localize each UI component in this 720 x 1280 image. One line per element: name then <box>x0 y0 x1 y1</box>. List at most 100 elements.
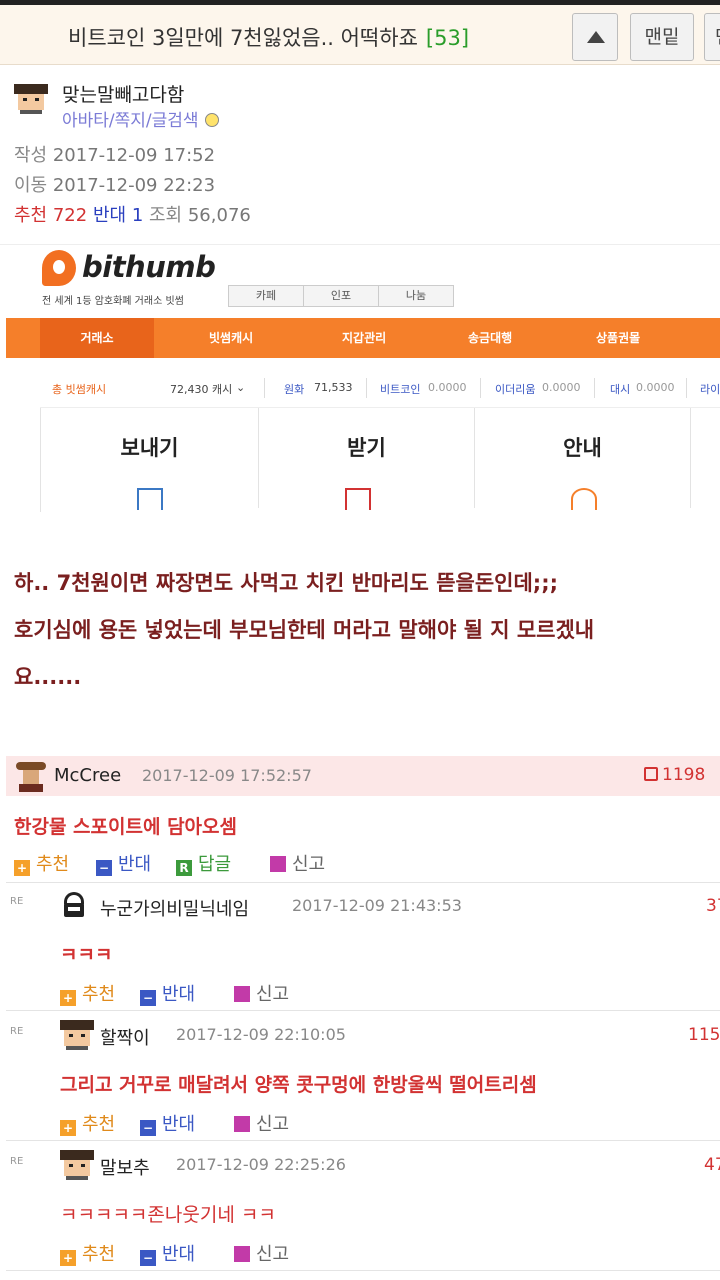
up-arrow-icon <box>587 31 605 43</box>
nav-remit: 송금대행 <box>468 331 513 345</box>
reply-score: 37 <box>706 896 720 916</box>
recommend-button[interactable]: + 추천 <box>60 1240 115 1266</box>
opp-count: 1 <box>131 205 144 226</box>
reply-avatar[interactable] <box>60 1020 94 1050</box>
recommend-label: 추천 <box>36 854 70 875</box>
report-button[interactable]: 신고 <box>234 1110 289 1136</box>
comment-actions: + 추천 − 반대 R 답글 신고 <box>14 850 414 876</box>
reply-author[interactable]: 할짝이 <box>100 1024 150 1050</box>
report-label: 신고 <box>292 854 326 875</box>
level-badge-icon <box>204 113 219 127</box>
reply-actions: + 추천 − 반대 신고 <box>60 1240 360 1266</box>
author-links[interactable]: 아바타/쪽지/글검색 <box>62 106 219 131</box>
author-name[interactable]: 맞는말빼고다함 <box>62 80 184 107</box>
report-button[interactable]: 신고 <box>234 1240 289 1266</box>
post-body: 하.. 7천원이면 짜장면도 사먹고 치킨 반마리도 뜯을돈인데;;; 호기심에… <box>14 560 714 701</box>
written-date: 작성 2017-12-09 17:52 <box>14 141 215 167</box>
bithumb-nav-bar: 거래소 빗썸캐시 지갑관리 송금대행 상품권몰 <box>6 318 720 358</box>
comment-author[interactable]: McCree <box>54 765 121 786</box>
separator <box>366 378 367 398</box>
plus-icon: + <box>60 1120 76 1136</box>
bithumb-logo-text: bithumb <box>82 250 216 284</box>
written-label: 작성 <box>14 145 48 166</box>
report-icon <box>270 856 286 872</box>
comment-count[interactable]: [53] <box>426 26 469 50</box>
oppose-button[interactable]: − 반대 <box>140 1240 195 1266</box>
lock-avatar-icon <box>62 892 86 918</box>
moved-date: 이동 2017-12-09 22:23 <box>14 171 215 197</box>
comment-separator <box>6 1140 720 1141</box>
separator <box>480 378 481 398</box>
reply-date: 2017-12-09 22:10:05 <box>176 1025 346 1044</box>
receive-icon <box>345 488 371 510</box>
mccree-avatar-icon[interactable] <box>16 760 46 792</box>
oppose-button[interactable]: − 반대 <box>140 1110 195 1136</box>
eth-label: 이더리움 <box>495 383 536 396</box>
report-icon <box>234 1116 250 1132</box>
reply-avatar[interactable] <box>60 1150 94 1180</box>
reply-mark-icon: RE <box>10 1156 24 1167</box>
reply-author[interactable]: 말보추 <box>100 1154 150 1180</box>
reply-text: ㅋㅋㅋ <box>60 944 113 966</box>
plus-icon: + <box>60 990 76 1006</box>
comment-separator <box>6 1010 720 1011</box>
report-icon <box>234 986 250 1002</box>
minus-icon: − <box>140 1120 156 1136</box>
separator <box>594 378 595 398</box>
panel-receive-title: 받기 <box>347 436 386 460</box>
reply-actions: + 추천 − 반대 신고 <box>60 1110 360 1136</box>
recommend-label: 추천 <box>82 984 116 1005</box>
recommend-button[interactable]: + 추천 <box>60 1110 115 1136</box>
views-count: 56,076 <box>187 205 251 226</box>
report-button[interactable]: 신고 <box>270 850 325 876</box>
reply-mark-icon: RE <box>10 896 24 907</box>
scroll-up-button[interactable] <box>572 13 618 61</box>
reply-actions: + 추천 − 반대 신고 <box>60 980 360 1006</box>
guide-icon <box>571 488 597 510</box>
report-label: 신고 <box>256 1114 290 1135</box>
oppose-label: 반대 <box>162 1244 196 1265</box>
post-title: 비트코인 3일만에 7천잃었음.. 어떡하죠 [53] <box>68 22 469 52</box>
reply-button[interactable]: R 답글 <box>176 850 231 876</box>
thumbs-up-icon <box>644 767 658 781</box>
oppose-label: 반대 <box>162 1114 196 1135</box>
cash-value: 72,430 캐시 <box>170 383 233 396</box>
recommend-button[interactable]: + 추천 <box>14 850 69 876</box>
rec-count: 722 <box>52 205 88 226</box>
bithumb-mini-tabs: 카페 인포 나눔 <box>228 285 454 307</box>
report-button[interactable]: 신고 <box>234 980 289 1006</box>
btc-value: 0.0000 <box>428 381 467 394</box>
more-label: 라이 <box>700 383 720 396</box>
oppose-button[interactable]: − 반대 <box>140 980 195 1006</box>
report-label: 신고 <box>256 1244 290 1265</box>
nav-bithumb-cash: 빗썸캐시 <box>209 331 254 345</box>
best-comment-header: McCree 2017-12-09 17:52:57 1198 <box>6 756 720 796</box>
title-bar: 비트코인 3일만에 7천잃었음.. 어떡하죠 [53] 맨밑 맨 <box>0 5 720 65</box>
author-links-text[interactable]: 아바타/쪽지/글검색 <box>62 111 199 131</box>
nav-wallet: 지갑관리 <box>342 331 387 345</box>
oppose-label: 반대 <box>118 854 152 875</box>
report-icon <box>234 1246 250 1262</box>
comment-date: 2017-12-09 17:52:57 <box>142 766 312 785</box>
moved-value: 2017-12-09 22:23 <box>52 175 216 196</box>
recommend-label: 추천 <box>82 1114 116 1135</box>
mini-tab-cafe: 카페 <box>228 285 304 307</box>
report-label: 신고 <box>256 984 290 1005</box>
mini-tab-info: 인포 <box>303 285 379 307</box>
reply-author[interactable]: 누군가의비밀닉네임 <box>100 895 249 921</box>
scroll-top-button-partial[interactable]: 맨 <box>704 13 720 61</box>
panel-guide: 안내 <box>475 408 691 510</box>
panel-send: 보내기 <box>41 408 259 510</box>
reply-date: 2017-12-09 21:43:53 <box>292 896 462 915</box>
post-title-text: 비트코인 3일만에 7천잃었음.. 어떡하죠 <box>68 26 418 50</box>
comment-separator <box>6 1270 720 1271</box>
post-body-line1: 하.. 7천원이면 짜장면도 사먹고 치킨 반마리도 뜯을돈인데;;; <box>14 571 558 595</box>
reply-text: ㅋㅋㅋㅋㅋ존나웃기네 ㅋㅋ <box>60 1204 276 1226</box>
scroll-bottom-button[interactable]: 맨밑 <box>630 13 694 61</box>
oppose-button[interactable]: − 반대 <box>96 850 151 876</box>
author-avatar[interactable] <box>14 84 48 114</box>
recommend-label: 추천 <box>82 1244 116 1265</box>
reply-score: 47 <box>704 1155 720 1175</box>
recommend-button[interactable]: + 추천 <box>60 980 115 1006</box>
minus-icon: − <box>140 990 156 1006</box>
